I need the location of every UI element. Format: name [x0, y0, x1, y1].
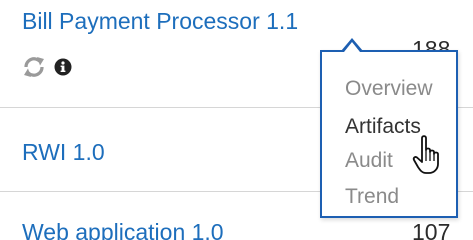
hand-cursor-icon — [412, 134, 446, 181]
project-count: 107 — [412, 219, 451, 240]
project-link-bill-payment-processor[interactable]: Bill Payment Processor 1.1 — [22, 10, 298, 33]
project-link-web-application[interactable]: Web application 1.0 — [22, 221, 224, 240]
menu-item-audit[interactable]: Audit — [345, 150, 393, 171]
menu-item-overview[interactable]: Overview — [345, 78, 433, 99]
refresh-icon[interactable] — [22, 56, 46, 78]
project-link-rwi[interactable]: RWI 1.0 — [22, 141, 105, 164]
menu-pointer-fill — [344, 42, 360, 52]
info-icon[interactable] — [54, 58, 72, 76]
row-actions — [22, 56, 72, 78]
menu-item-artifacts[interactable]: Artifacts — [345, 116, 421, 137]
project-list: Bill Payment Processor 1.1 188 RWI 1.0 W… — [0, 0, 473, 240]
menu-item-trend[interactable]: Trend — [345, 186, 399, 207]
